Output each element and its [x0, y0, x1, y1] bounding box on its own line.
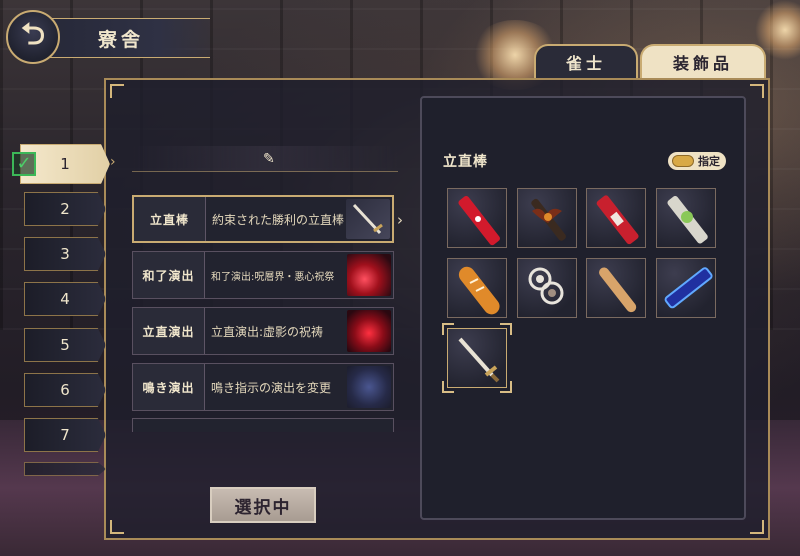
page-title-bar: 寮舎	[40, 18, 210, 58]
equip-row-call-effect[interactable]: 鳴き演出 鳴き指示の演出を変更	[132, 363, 394, 411]
slot-number: 5	[60, 336, 70, 354]
back-arrow-icon: ⮌	[20, 16, 46, 52]
selection-corner	[442, 381, 454, 393]
red-candy-stick-item[interactable]	[586, 188, 646, 248]
tab-janshi[interactable]: 雀士	[534, 44, 638, 78]
row-value: 約束された勝利の立直棒	[212, 212, 344, 227]
tab-decorations[interactable]: 装飾品	[640, 44, 766, 78]
slot-number: 3	[60, 245, 70, 263]
slot-6[interactable]: 6	[24, 373, 106, 407]
slot-5[interactable]: 5	[24, 328, 106, 362]
equip-row-partial	[132, 418, 394, 432]
slot-7[interactable]: 7	[24, 418, 106, 452]
slot-4[interactable]: 4	[24, 282, 106, 316]
sword-icon	[346, 199, 390, 239]
red-wings-icon	[347, 310, 391, 352]
row-value: 和了演出:呪層界・悪心祝祭	[211, 271, 335, 283]
frame-corner	[750, 84, 764, 98]
page-title: 寮舎	[98, 28, 145, 51]
slot-number: 7	[60, 426, 70, 444]
tab-label: 雀士	[565, 54, 606, 73]
tab-label: 装飾品	[672, 54, 733, 73]
bat-stick-item[interactable]	[517, 188, 577, 248]
swirl-stick-item[interactable]	[517, 258, 577, 318]
designate-toggle[interactable]: 指定	[668, 152, 726, 170]
row-label: 立直棒	[134, 197, 206, 241]
bread-stick-item[interactable]	[447, 258, 507, 318]
red-stick-icon	[458, 196, 500, 246]
frame-corner	[110, 84, 124, 98]
selecting-label: 選択中	[234, 497, 292, 518]
red-stick-item[interactable]	[447, 188, 507, 248]
slot-3[interactable]: 3	[24, 237, 106, 271]
row-label: 立直演出	[133, 308, 205, 354]
equip-row-riichi-effect[interactable]: 立直演出 立直演出:虚影の祝祷	[132, 307, 394, 355]
item-panel-title: 立直棒	[443, 154, 488, 170]
selecting-button[interactable]: 選択中	[210, 487, 316, 523]
edit-icon[interactable]: ✎	[263, 151, 275, 167]
blue-neon-stick-icon	[664, 267, 713, 309]
equip-row-riichi-stick[interactable]: 立直棒 約束された勝利の立直棒	[132, 195, 394, 243]
frame-corner	[110, 520, 124, 534]
bread-stick-icon	[458, 266, 500, 315]
green-stick-item[interactable]	[656, 188, 716, 248]
selection-corner	[500, 323, 512, 335]
baseball-bat-item[interactable]	[586, 258, 646, 318]
bat-stick-icon	[531, 198, 566, 241]
green-stick-icon	[667, 196, 708, 244]
toggle-knob	[672, 155, 694, 167]
sword-item[interactable]	[447, 328, 507, 388]
frame-corner	[750, 520, 764, 534]
red-candy-stick-icon	[596, 195, 639, 245]
slot-number: 4	[60, 290, 70, 308]
swirl-stick-icon	[528, 267, 564, 305]
checkmark-icon: ✓	[12, 152, 36, 176]
baseball-bat-icon	[599, 267, 637, 313]
blue-neon-stick-item[interactable]	[656, 258, 716, 318]
back-button[interactable]: ⮌	[6, 10, 60, 64]
chevron-right-icon: ›	[110, 154, 116, 170]
slot-number: 2	[60, 200, 70, 218]
toggle-label: 指定	[698, 155, 720, 168]
sparkle-icon	[347, 366, 391, 408]
slot-number: 1	[60, 155, 70, 173]
chevron-right-icon: ›	[397, 211, 403, 229]
red-burst-icon	[347, 254, 391, 296]
equip-row-win-effect[interactable]: 和了演出 和了演出:呪層界・悪心祝祭	[132, 251, 394, 299]
row-value: 鳴き指示の演出を変更	[211, 380, 332, 395]
slot-2[interactable]: 2	[24, 192, 106, 226]
selection-corner	[442, 323, 454, 335]
row-label: 和了演出	[133, 252, 205, 298]
sword-icon	[458, 337, 500, 383]
row-value: 立直演出:虚影の祝祷	[211, 324, 324, 339]
selection-corner	[500, 381, 512, 393]
slot-next-partial[interactable]	[24, 462, 106, 476]
slot-number: 6	[60, 381, 70, 399]
row-label: 鳴き演出	[133, 364, 205, 410]
